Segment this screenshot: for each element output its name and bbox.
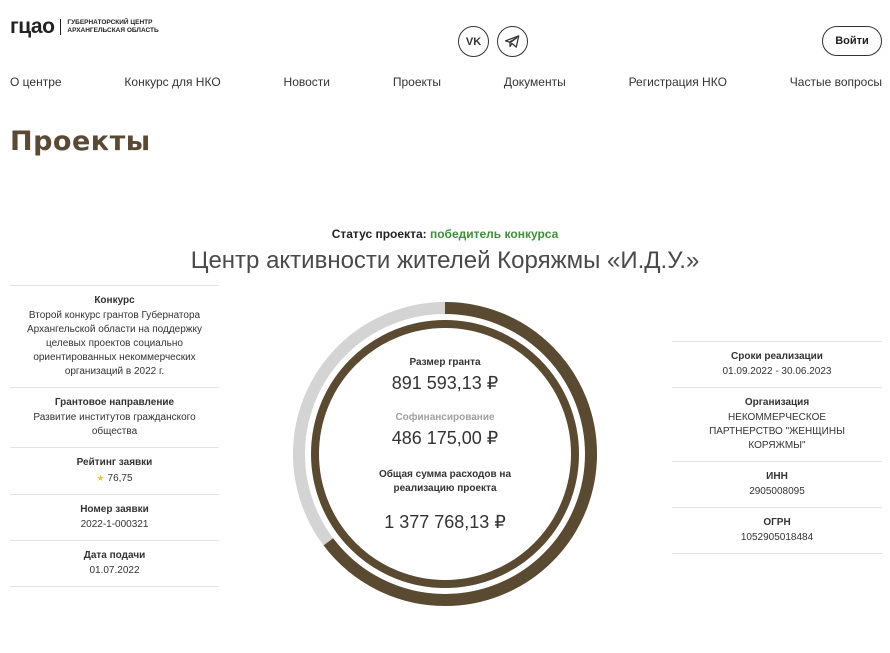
info-label: Сроки реализации <box>731 351 823 362</box>
vk-icon: VK <box>465 35 482 48</box>
nav-projects[interactable]: Проекты <box>393 75 441 89</box>
nav-registration[interactable]: Регистрация НКО <box>629 75 727 89</box>
rating-value: 76,75 <box>107 473 133 484</box>
status-value: победитель конкурса <box>429 227 559 241</box>
finance-ring: Размер гранта 891 593,13 ₽ Софинансирова… <box>293 302 597 606</box>
star-icon: ★ <box>96 473 105 483</box>
logo[interactable]: гцао Губернаторский центр Архангельская … <box>10 16 159 37</box>
logo-mark: гцао <box>10 15 55 38</box>
info-organization: Организация НЕКОММЕРЧЕСКОЕ ПАРТНЕРСТВО "… <box>672 388 882 462</box>
info-submission-date: Дата подачи 01.07.2022 <box>10 541 219 587</box>
logo-line-2: Архангельская область <box>67 26 159 34</box>
info-value: Развитие институтов гражданского обществ… <box>33 412 196 437</box>
info-label: ИНН <box>766 471 788 482</box>
page-title: Проекты <box>10 126 151 157</box>
info-label: Грантовое направление <box>54 397 175 408</box>
project-info-right: Сроки реализации 01.09.2022 - 30.06.2023… <box>672 341 882 554</box>
nav-about[interactable]: О центре <box>10 75 62 89</box>
nav-faq[interactable]: Частые вопросы <box>790 75 882 89</box>
info-rating: Рейтинг заявки ★ 76,75 <box>10 448 219 495</box>
info-value: Второй конкурс грантов Губернатора Архан… <box>27 310 202 377</box>
project-info-left: Конкурс Второй конкурс грантов Губернато… <box>10 285 219 587</box>
cofinancing-label: Софинансирование <box>395 412 495 423</box>
info-label: Организация <box>744 397 810 408</box>
info-application-number: Номер заявки 2022-1-000321 <box>10 495 219 541</box>
info-value: 01.09.2022 - 30.06.2023 <box>722 366 832 377</box>
grant-value: 891 593,13 ₽ <box>391 373 499 393</box>
info-label: Рейтинг заявки <box>76 457 153 468</box>
total-value: 1 377 768,13 ₽ <box>384 512 506 532</box>
nav-contest[interactable]: Конкурс для НКО <box>124 75 220 89</box>
info-value: 01.07.2022 <box>89 565 140 576</box>
cofinancing-value: 486 175,00 ₽ <box>391 428 499 448</box>
info-label: Номер заявки <box>80 504 149 515</box>
info-implementation-period: Сроки реализации 01.09.2022 - 30.06.2023 <box>672 342 882 388</box>
nav-documents[interactable]: Документы <box>504 75 566 89</box>
info-contest: Конкурс Второй конкурс грантов Губернато… <box>10 286 219 388</box>
finance-summary: Размер гранта 891 593,13 ₽ Софинансирова… <box>293 302 597 606</box>
nav-news[interactable]: Новости <box>284 75 330 89</box>
project-status: Статус проекта: победитель конкурса <box>0 227 890 241</box>
info-ogrn: ОГРН 1052905018484 <box>672 508 882 554</box>
info-label: Конкурс <box>94 295 135 306</box>
info-label: ОГРН <box>763 517 791 528</box>
login-button[interactable]: Войти <box>822 26 882 56</box>
main-nav: О центре Конкурс для НКО Новости Проекты… <box>10 75 882 89</box>
logo-line-1: Губернаторский центр <box>67 18 153 26</box>
telegram-link[interactable] <box>497 26 528 57</box>
info-direction: Грантовое направление Развитие институто… <box>10 388 219 448</box>
info-label: Дата подачи <box>83 550 146 561</box>
telegram-icon <box>505 35 520 48</box>
total-label: Общая сумма расходов на реализацию проек… <box>378 469 512 494</box>
vk-link[interactable]: VK <box>458 26 489 57</box>
info-inn: ИНН 2905008095 <box>672 462 882 508</box>
info-value: 2905008095 <box>749 486 805 497</box>
grant-label: Размер гранта <box>409 357 481 368</box>
project-name: Центр активности жителей Коряжмы «И.Д.У.… <box>190 247 700 274</box>
info-value-rating: ★ 76,75 <box>14 471 215 486</box>
info-value: 1052905018484 <box>740 532 814 543</box>
logo-divider <box>60 18 62 35</box>
status-label: Статус проекта: <box>331 227 427 241</box>
info-value: НЕКОММЕРЧЕСКОЕ ПАРТНЕРСТВО "ЖЕНЩИНЫ КОРЯ… <box>709 412 845 451</box>
info-value: 2022-1-000321 <box>80 519 149 530</box>
logo-text: Губернаторский центр Архангельская облас… <box>67 19 158 35</box>
